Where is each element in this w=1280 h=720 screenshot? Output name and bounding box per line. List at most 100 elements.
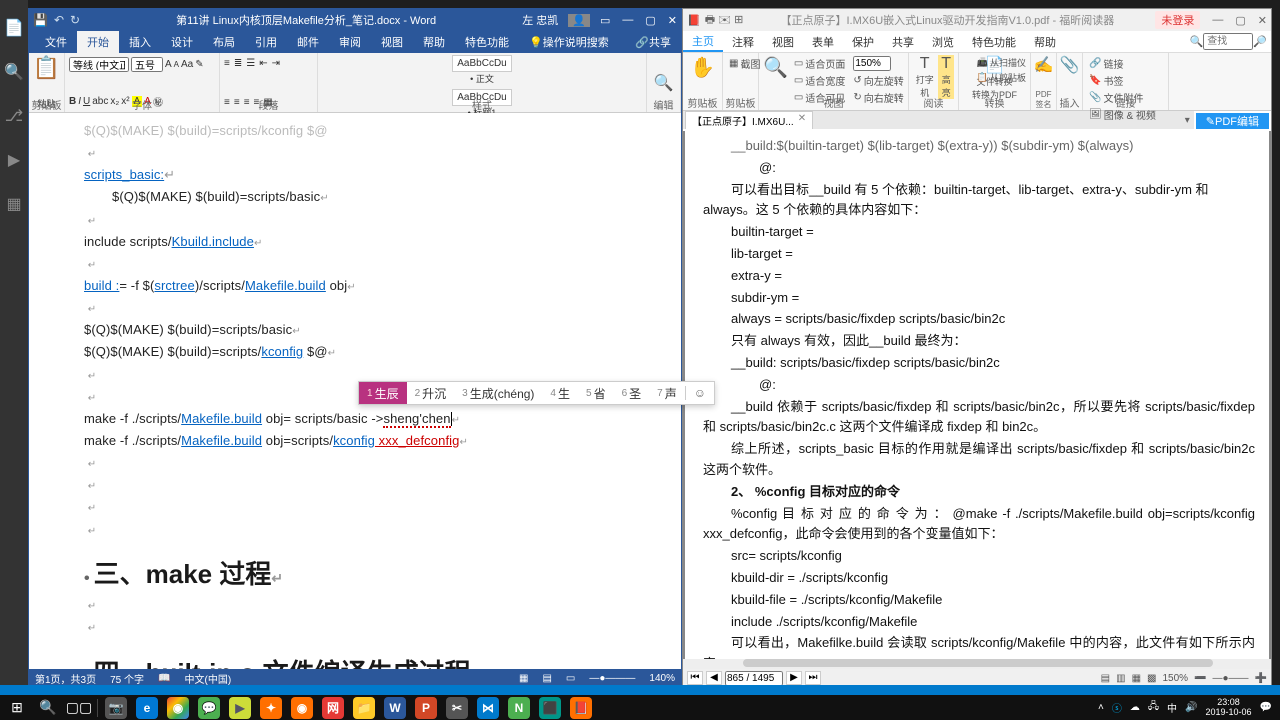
tab-design[interactable]: 设计	[161, 31, 203, 53]
from-scanner[interactable]: 📠 从扫描仪	[975, 55, 1028, 70]
pdf-document[interactable]: __build:$(builtin-target) $(lib-target) …	[683, 131, 1271, 659]
find-icon[interactable]: 🔍	[654, 73, 674, 93]
snapshot-icon[interactable]: ▦ 截图	[727, 55, 754, 72]
font-name-input[interactable]	[69, 57, 129, 72]
bullet-icon[interactable]: ≡	[224, 58, 230, 69]
app-notepad[interactable]: N	[504, 696, 534, 719]
word-count[interactable]: 75 个字	[110, 671, 144, 686]
tab-view[interactable]: 视图	[763, 31, 803, 52]
indent-left-icon[interactable]: ⇤	[259, 58, 267, 69]
zoom-slider[interactable]: —●———	[589, 673, 635, 684]
view-facing-icon[interactable]: ▦	[1132, 673, 1141, 684]
login-button[interactable]: 未登录	[1155, 11, 1200, 29]
rotate-left[interactable]: ↺ 向左旋转	[851, 72, 905, 89]
multilevel-icon[interactable]: ☰	[246, 58, 255, 69]
tray-net-icon[interactable]: 🖧	[1148, 699, 1159, 716]
ime-emoji-icon[interactable]: ☺	[685, 386, 714, 400]
tab-comment[interactable]: 注释	[723, 31, 763, 52]
pdf-edit-button[interactable]: ✎ PDF编辑	[1196, 113, 1269, 129]
tab-file[interactable]: 文件	[35, 31, 77, 53]
bookmark-item[interactable]: 🔖 书签	[1087, 72, 1164, 89]
first-page-icon[interactable]: ⏮	[687, 671, 703, 685]
spellcheck-icon[interactable]: 📖	[158, 673, 170, 684]
maximize-icon[interactable]: ▢	[1235, 14, 1245, 27]
close-icon[interactable]: ✕	[1258, 14, 1267, 27]
maximize-icon[interactable]: ▢	[645, 14, 655, 27]
app-chrome[interactable]: ◉	[163, 696, 193, 719]
font-size-input[interactable]	[131, 57, 163, 72]
tab-home[interactable]: 开始	[77, 31, 119, 53]
ime-candidate-4[interactable]: 4生	[542, 382, 578, 404]
app-explorer[interactable]: 📁	[349, 696, 379, 719]
view-cont-facing-icon[interactable]: ▩	[1147, 673, 1156, 684]
pdf-search[interactable]: 🔍🔎	[1190, 31, 1271, 52]
debug-icon[interactable]: ▶	[8, 150, 20, 170]
user-name[interactable]: 左 忠凯	[522, 12, 558, 28]
tab-browse[interactable]: 浏览	[923, 31, 963, 52]
app-word[interactable]: W	[380, 696, 410, 719]
tab-layout[interactable]: 布局	[203, 31, 245, 53]
tray-vol-icon[interactable]: 🔊	[1185, 702, 1197, 713]
app-6[interactable]: ◉	[287, 696, 317, 719]
ribbon-options-icon[interactable]: ▭	[600, 14, 610, 27]
fit-width[interactable]: ▭ 适合宽度	[792, 72, 847, 89]
link-item[interactable]: 🔗 链接	[1087, 55, 1164, 72]
insert-icon[interactable]: 📎	[1060, 55, 1080, 75]
tray-ime-icon[interactable]: 中	[1167, 700, 1177, 715]
tab-protect[interactable]: 保护	[843, 31, 883, 52]
save-icon[interactable]: 💾	[33, 13, 48, 27]
typewriter-icon[interactable]: T	[913, 55, 936, 73]
tab-review[interactable]: 审阅	[329, 31, 371, 53]
ime-candidate-2[interactable]: 2升沉	[407, 382, 455, 404]
ime-candidate-1[interactable]: 1生辰	[359, 382, 407, 404]
tab-view[interactable]: 视图	[371, 31, 413, 53]
close-icon[interactable]: ✕	[668, 14, 677, 27]
app-7[interactable]: 网	[318, 696, 348, 719]
search-button[interactable]: 🔍	[33, 696, 63, 719]
hand-icon[interactable]: ✋	[690, 55, 715, 80]
page-status[interactable]: 第1页，共3页	[35, 671, 96, 686]
user-avatar-icon[interactable]: 👤	[568, 14, 590, 27]
search-icon[interactable]: 🔍	[4, 62, 24, 82]
language-status[interactable]: 中文(中国)	[184, 671, 231, 686]
shrink-font-icon[interactable]: A	[174, 60, 179, 69]
tab-home[interactable]: 主页	[683, 31, 723, 52]
share-button[interactable]: 🔗 共享	[625, 31, 681, 53]
extensions-icon[interactable]: ▦	[6, 194, 21, 214]
tray-up-icon[interactable]: ˄	[1098, 702, 1104, 713]
taskview-button[interactable]: ▢▢	[64, 696, 94, 719]
ime-candidate-bar[interactable]: 1生辰 2升沉 3生成(chéng) 4生 5省 6圣 7声 ☺	[358, 381, 715, 405]
app-securecrt[interactable]: ⬛	[535, 696, 565, 719]
app-vscode[interactable]: ⋈	[473, 696, 503, 719]
app-5[interactable]: ✦	[256, 696, 286, 719]
pdf-file-tab[interactable]: 【正点原子】I.MX6U... ✕	[685, 111, 813, 129]
tab-share[interactable]: 共享	[883, 31, 923, 52]
clear-format-icon[interactable]: ✎	[195, 59, 203, 70]
view-cont-icon[interactable]: ▥	[1116, 673, 1125, 684]
files-icon[interactable]: 📄	[4, 18, 24, 38]
zoom-level[interactable]: 150%	[1162, 673, 1188, 684]
view-print-icon[interactable]: ▤	[542, 673, 551, 684]
tab-help[interactable]: 帮助	[413, 31, 455, 53]
tab-menu-icon[interactable]: ▾	[1181, 115, 1194, 126]
prev-page-icon[interactable]: ◀	[706, 671, 722, 685]
clock[interactable]: 23:08 2019-10-06	[1206, 698, 1252, 717]
ime-candidate-6[interactable]: 6圣	[614, 382, 650, 404]
next-page-icon[interactable]: ▶	[786, 671, 802, 685]
tab-insert[interactable]: 插入	[119, 31, 161, 53]
app-potplayer[interactable]: ▶	[225, 696, 255, 719]
scm-icon[interactable]: ⎇	[5, 106, 23, 126]
tab-mailings[interactable]: 邮件	[287, 31, 329, 53]
minimize-icon[interactable]: —	[1212, 14, 1223, 27]
tray-onedrive-icon[interactable]: ☁	[1130, 702, 1140, 713]
change-case-icon[interactable]: Aa	[181, 59, 193, 70]
zoom-in-icon[interactable]: ➕	[1255, 673, 1267, 684]
minimize-icon[interactable]: —	[622, 14, 633, 27]
zoom-out-icon[interactable]: ➖	[1194, 673, 1206, 684]
zoom-input[interactable]	[853, 56, 891, 71]
tab-features[interactable]: 特色功能	[963, 31, 1025, 52]
undo-icon[interactable]: ↶	[54, 13, 64, 27]
paste-icon[interactable]: 📋	[33, 55, 60, 81]
app-wechat[interactable]: 💬	[194, 696, 224, 719]
style-normal[interactable]: AaBbCcDu	[452, 55, 511, 72]
